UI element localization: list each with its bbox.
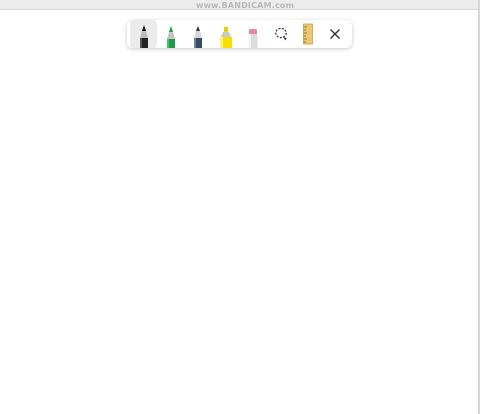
pencil-icon (194, 26, 203, 48)
highlighter-tool[interactable] (212, 20, 239, 48)
eraser-icon (248, 29, 258, 48)
close-icon (330, 29, 341, 39)
pencil-tool[interactable] (185, 20, 212, 48)
close-toolbar-button[interactable] (322, 20, 349, 48)
ruler-tool[interactable] (294, 20, 321, 48)
lasso-select-tool[interactable] (267, 20, 294, 48)
pen-icon (167, 26, 176, 48)
eraser-tool[interactable] (240, 20, 267, 48)
ballpoint-pen-tool[interactable] (130, 20, 158, 48)
pen-tool[interactable] (157, 20, 184, 48)
highlighter-icon (219, 27, 232, 48)
lasso-select-icon (274, 27, 288, 41)
ink-workspace-screen: www.BANDICAM.com (0, 0, 480, 414)
recording-watermark: www.BANDICAM.com (196, 1, 295, 10)
ruler-icon (303, 23, 313, 45)
drawing-canvas[interactable] (0, 52, 478, 414)
ballpoint-pen-icon (139, 25, 148, 48)
ink-toolbar (127, 20, 352, 48)
